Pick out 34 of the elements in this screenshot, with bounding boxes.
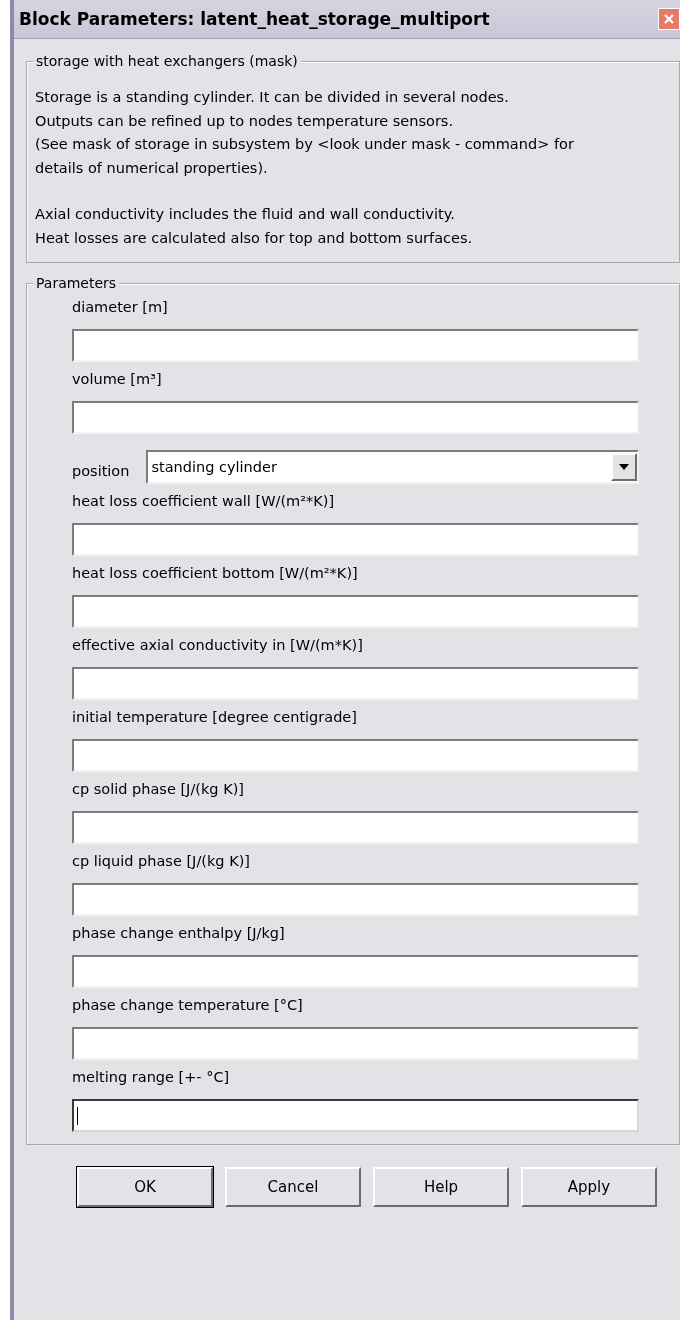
close-icon <box>663 13 675 25</box>
dialog-button[interactable]: Cancel <box>225 1167 361 1207</box>
field-label: diameter [m] <box>72 298 169 316</box>
input-field[interactable] <box>72 401 639 434</box>
description-text: Storage is a standing cylinder. It can be divided in several nodes. Outputs can be refined up to nodes temperature sensors. (See mask of storage in subsystem by <look under mask - command> for details of numerical properties). <box>35 88 575 178</box>
field-label: phase change enthalpy [J/kg] <box>72 924 286 942</box>
input-field[interactable] <box>72 955 639 988</box>
field-label: initial temperature [degree centigrade] <box>72 708 358 726</box>
input-field[interactable] <box>72 739 639 772</box>
dialog-button[interactable]: OK <box>77 1167 213 1207</box>
input-field[interactable] <box>72 1099 639 1132</box>
input-field[interactable] <box>72 1027 639 1060</box>
input-field[interactable] <box>72 667 639 700</box>
field-label: effective axial conductivity in [W/(m*K)] <box>72 636 364 654</box>
input-field[interactable] <box>72 329 639 362</box>
dialog-button[interactable]: Help <box>373 1167 509 1207</box>
description-text: Axial conductivity includes the fluid and wall conductivity. Heat losses are calculated also for top and bottom surfaces. <box>35 205 474 248</box>
field-label: cp solid phase [J/(kg K)] <box>72 780 245 798</box>
field-label: position <box>72 462 130 479</box>
input-field[interactable] <box>72 883 639 916</box>
close-button[interactable] <box>658 8 680 30</box>
field-label: cp liquid phase [J/(kg K)] <box>72 852 251 870</box>
window-title: Block Parameters: latent_heat_storage_multiport <box>19 9 490 29</box>
field-label: phase change temperature [°C] <box>72 996 304 1014</box>
input-field[interactable] <box>72 595 639 628</box>
dialog-button[interactable]: Apply <box>521 1167 657 1207</box>
field-label: melting range [+- °C] <box>72 1068 231 1086</box>
input-field[interactable] <box>72 523 639 556</box>
input-field[interactable] <box>72 811 639 844</box>
field-label: heat loss coefficient bottom [W/(m²*K)] <box>72 564 359 582</box>
dropdown-field[interactable]: standing cylinder <box>146 450 639 484</box>
field-label: heat loss coefficient wall [W/(m²*K)] <box>72 492 336 510</box>
field-label: volume [m³] <box>72 370 163 388</box>
group-title: storage with heat exchangers (mask) <box>33 52 301 70</box>
